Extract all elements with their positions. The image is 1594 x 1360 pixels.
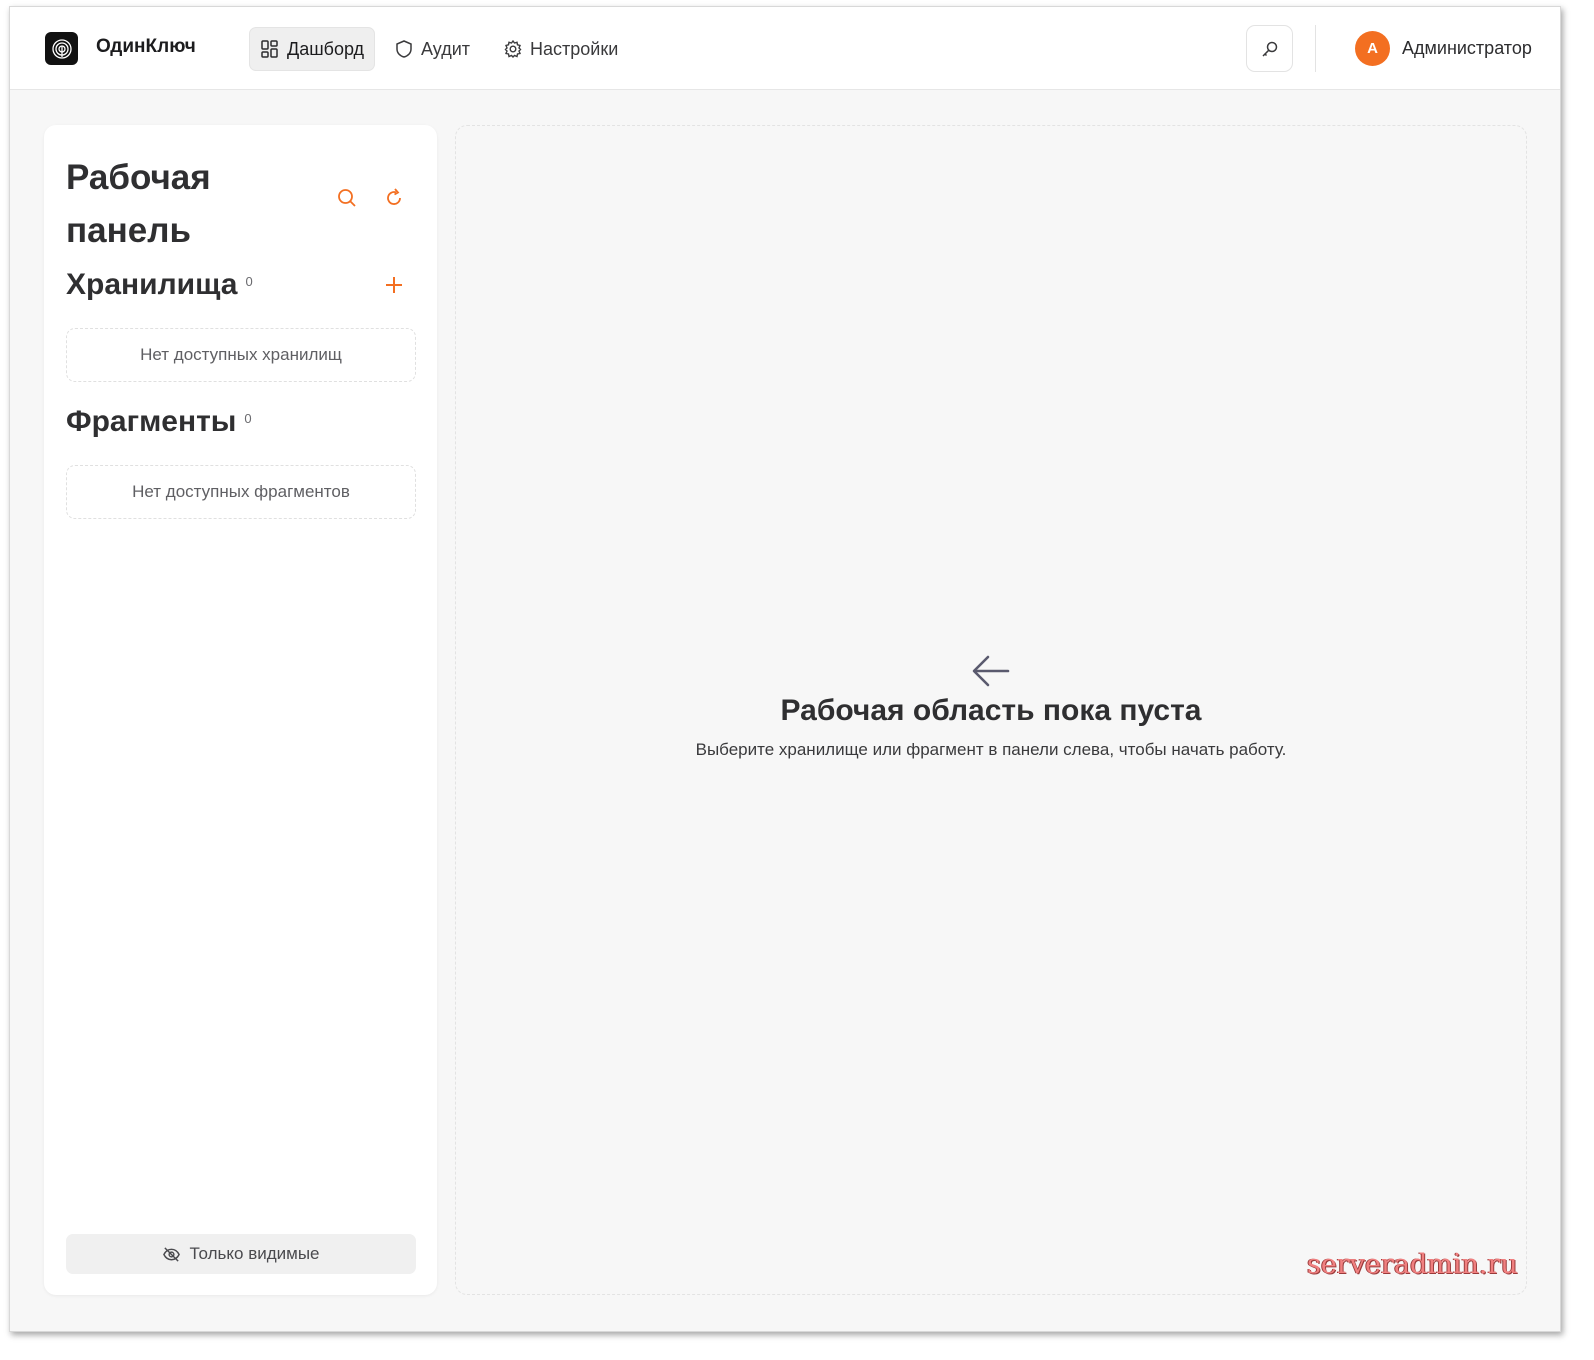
- plus-icon: [386, 277, 402, 293]
- gear-icon: [504, 39, 522, 58]
- vaults-title: Хранилища: [66, 268, 238, 301]
- nav-dashboard-label: Дашборд: [287, 38, 365, 59]
- avatar[interactable]: A: [1355, 31, 1390, 66]
- empty-state-subtitle: Выберите хранилище или фрагмент в панели…: [695, 740, 1287, 759]
- arrow-left-icon: [972, 655, 1010, 687]
- visible-only-toggle[interactable]: Только видимые: [66, 1234, 416, 1274]
- brand-logo-icon[interactable]: [45, 32, 78, 65]
- user-name[interactable]: Администратор: [1402, 38, 1532, 59]
- add-vault-button[interactable]: [379, 270, 409, 300]
- key-search-icon: [1261, 41, 1277, 57]
- eye-off-icon: [163, 1246, 181, 1262]
- fragments-title: Фрагменты: [66, 405, 237, 438]
- nav-audit-label: Аудит: [421, 38, 471, 59]
- visible-only-label: Только видимые: [189, 1244, 320, 1263]
- search-icon: [338, 189, 356, 207]
- empty-state-title: Рабочая область пока пуста: [780, 694, 1202, 727]
- header-search-button[interactable]: [1246, 25, 1293, 72]
- sidebar-refresh-button[interactable]: [379, 183, 409, 213]
- workspace-area: Рабочая область пока пуста Выберите хран…: [455, 125, 1527, 1295]
- dashboard-icon: [261, 40, 278, 58]
- vaults-empty-message: Нет доступных хранилищ: [66, 328, 416, 382]
- app-window: ОдинКлюч Дашборд Аудит Настройки A Админ…: [9, 6, 1561, 1332]
- fragments-empty-message: Нет доступных фрагментов: [66, 465, 416, 519]
- shield-icon: [396, 40, 412, 58]
- refresh-icon: [387, 188, 401, 205]
- workspace-empty-state: Рабочая область пока пуста Выберите хран…: [456, 654, 1526, 760]
- sidebar-panel: Рабочая панель Хранилища 0 Нет доступных…: [44, 125, 437, 1295]
- sidebar-search-button[interactable]: [332, 183, 362, 213]
- fragments-heading: Фрагменты 0: [66, 405, 252, 439]
- nav-settings[interactable]: Настройки: [493, 27, 628, 71]
- nav-settings-label: Настройки: [530, 38, 619, 59]
- watermark: serveradmin.ru: [1307, 1249, 1518, 1280]
- vaults-heading: Хранилища 0: [66, 268, 253, 302]
- brand-name[interactable]: ОдинКлюч: [96, 36, 196, 58]
- vaults-count: 0: [245, 274, 253, 289]
- sidebar-title: Рабочая панель: [66, 158, 211, 250]
- top-header: ОдинКлюч Дашборд Аудит Настройки A Админ…: [10, 7, 1560, 90]
- nav-dashboard[interactable]: Дашборд: [249, 27, 376, 71]
- header-divider: [1315, 25, 1316, 72]
- nav-audit[interactable]: Аудит: [384, 27, 480, 71]
- fragments-count: 0: [244, 411, 252, 426]
